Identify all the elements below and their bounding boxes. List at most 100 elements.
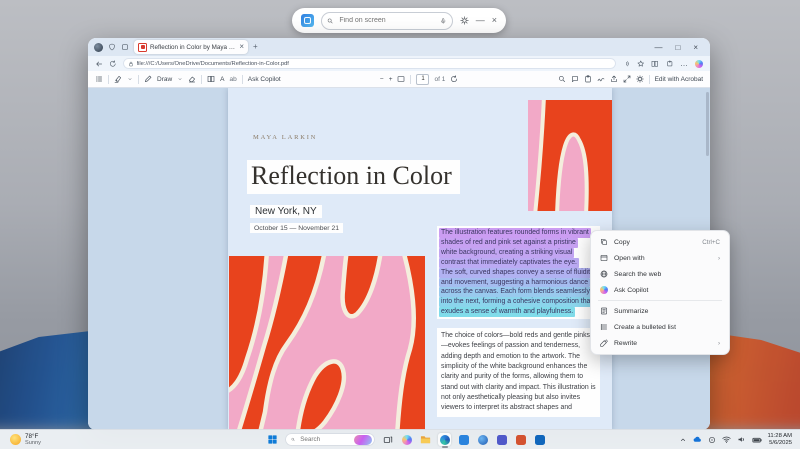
fit-to-page-icon[interactable] xyxy=(397,75,405,83)
find-on-screen-bar[interactable]: — × xyxy=(292,8,506,33)
selected-text-line[interactable]: The illustration features rounded forms … xyxy=(439,228,591,238)
selected-text-line[interactable]: The soft, curved shapes convey a sense o… xyxy=(439,267,596,278)
ask-copilot-button[interactable]: Ask Copilot xyxy=(248,76,281,83)
tray-app-icon[interactable] xyxy=(708,436,716,444)
capture-settings-gear-icon[interactable] xyxy=(460,16,469,25)
search-icon xyxy=(327,17,333,25)
context-menu: Copy Ctrl+C Open with › Search the web A… xyxy=(590,230,730,355)
taskbar-store-button[interactable] xyxy=(457,433,470,446)
window-close-button[interactable]: × xyxy=(693,43,698,52)
read-aloud-button[interactable]: A xyxy=(220,76,224,83)
text-selection-tool[interactable]: ab xyxy=(230,76,237,83)
clipboard-icon[interactable] xyxy=(584,75,592,83)
taskbar-search-input[interactable] xyxy=(298,435,351,444)
draw-label[interactable]: Draw xyxy=(157,76,172,83)
window-minimize-button[interactable]: — xyxy=(654,43,662,52)
profile-avatar[interactable] xyxy=(94,42,103,52)
taskbar-file-explorer-button[interactable] xyxy=(419,433,432,446)
taskbar-teams-button[interactable] xyxy=(495,433,508,446)
start-button[interactable] xyxy=(266,433,279,446)
copilot-icon xyxy=(401,434,412,445)
split-screen-icon[interactable] xyxy=(651,60,659,68)
selected-text-line[interactable]: and movement, suggesting a harmonious da… xyxy=(439,277,591,288)
signature-icon[interactable] xyxy=(597,75,605,83)
save-share-icon[interactable] xyxy=(610,75,618,83)
pdf-toolbar: Draw A ab Ask Copilot − + 1 of 1 Edit wi… xyxy=(88,71,710,88)
menu-item-search-the-web[interactable]: Search the web xyxy=(594,266,726,282)
expand-icon[interactable] xyxy=(623,75,631,83)
wifi-icon[interactable] xyxy=(722,435,731,444)
selected-paragraph[interactable]: The illustration features rounded forms … xyxy=(437,226,600,320)
new-tab-button[interactable]: + xyxy=(253,43,258,51)
submenu-chevron-icon: › xyxy=(717,254,720,262)
search-document-icon[interactable] xyxy=(558,75,566,83)
page-number-input[interactable]: 1 xyxy=(416,73,430,85)
selected-text-line[interactable]: into the next, forming a cohesive compos… xyxy=(439,297,595,308)
taskbar-weather-widget[interactable]: 78°F Sunny xyxy=(0,433,41,446)
browser-tab[interactable]: Reflection in Color by Maya Larkin × xyxy=(134,40,248,54)
taskbar-copilot-button[interactable] xyxy=(400,433,413,446)
highlighter-icon[interactable] xyxy=(114,75,122,83)
tab-close-icon[interactable]: × xyxy=(239,43,244,51)
window-maximize-button[interactable]: □ xyxy=(675,43,680,52)
selected-text-line[interactable]: white background, creating a striking vi… xyxy=(439,247,575,258)
address-bar[interactable]: file:///C:/Users/OneDrive/Documents/Refl… xyxy=(122,58,616,69)
find-on-screen-field[interactable] xyxy=(321,11,453,30)
back-icon[interactable] xyxy=(95,60,103,68)
taskbar-outlook-button[interactable] xyxy=(533,433,546,446)
selected-text-line[interactable]: contrast that immediately captivates the… xyxy=(439,257,579,268)
rewrite-icon xyxy=(600,339,608,347)
edit-with-acrobat-button[interactable]: Edit with Acrobat xyxy=(655,76,703,83)
menu-item-open-with[interactable]: Open with › xyxy=(594,250,726,266)
refresh-icon[interactable] xyxy=(109,60,117,68)
draw-pen-icon[interactable] xyxy=(144,75,152,83)
taskbar-edge-button[interactable] xyxy=(438,433,451,446)
task-view-icon xyxy=(383,435,393,445)
onedrive-cloud-icon[interactable] xyxy=(693,435,702,444)
menu-item-summarize[interactable]: Summarize xyxy=(594,303,726,319)
taskbar-powerpoint-button[interactable] xyxy=(514,433,527,446)
menu-item-create-bulleted-list[interactable]: Create a bulleted list xyxy=(594,319,726,335)
selected-text-line[interactable]: shades of red and pink set against a pri… xyxy=(439,237,578,248)
battery-icon[interactable] xyxy=(752,435,762,445)
menu-item-copy[interactable]: Copy Ctrl+C xyxy=(594,234,726,250)
shortcut-label: Ctrl+C xyxy=(702,238,720,246)
taskbar-search-box[interactable] xyxy=(285,433,375,446)
copilot-icon[interactable] xyxy=(695,59,703,68)
table-of-contents-icon[interactable] xyxy=(95,75,103,83)
page-view-icon[interactable] xyxy=(207,75,215,83)
tray-chevron-up-icon[interactable] xyxy=(679,436,687,444)
extensions-icon[interactable] xyxy=(666,60,674,68)
pdf-page: MAYA LARKIN Reflection in Color New York… xyxy=(228,88,612,430)
mic-icon[interactable] xyxy=(440,17,446,25)
viewer-scrollbar[interactable] xyxy=(706,92,709,156)
selected-text-line[interactable]: exudes a sense of warmth and playfulness… xyxy=(439,307,576,318)
capture-close-button[interactable]: × xyxy=(492,16,497,25)
zoom-in-button[interactable]: + xyxy=(389,76,393,83)
task-view-button[interactable] xyxy=(381,433,394,446)
browser-menu-icon[interactable]: … xyxy=(680,60,688,68)
browser-essentials-icon[interactable] xyxy=(108,43,116,51)
read-aloud-icon[interactable] xyxy=(622,60,630,68)
favorites-star-icon[interactable] xyxy=(637,60,645,68)
url-text: file:///C:/Users/OneDrive/Documents/Refl… xyxy=(136,60,289,67)
sun-icon xyxy=(10,434,21,445)
pdf-settings-gear-icon[interactable] xyxy=(636,75,644,83)
tab-actions-icon[interactable] xyxy=(121,43,129,51)
rotate-icon[interactable] xyxy=(450,75,458,83)
outlook-icon xyxy=(534,434,545,445)
find-on-screen-input[interactable] xyxy=(337,16,437,25)
taskbar-m365-button[interactable] xyxy=(476,433,489,446)
menu-item-ask-copilot[interactable]: Ask Copilot xyxy=(594,282,726,298)
powerpoint-icon xyxy=(515,434,526,445)
comments-icon[interactable] xyxy=(571,75,579,83)
capture-minimize-button[interactable]: — xyxy=(476,16,485,25)
volume-icon[interactable] xyxy=(737,435,746,444)
taskbar-clock[interactable]: 11:28 AM 5/6/2025 xyxy=(768,433,792,447)
selected-text-line[interactable]: across the canvas. Each form blends seam… xyxy=(439,287,592,298)
eraser-icon[interactable] xyxy=(188,75,196,83)
chevron-down-icon[interactable] xyxy=(127,76,133,82)
menu-item-rewrite[interactable]: Rewrite › xyxy=(594,335,726,351)
zoom-out-button[interactable]: − xyxy=(380,76,384,83)
chevron-down-icon[interactable] xyxy=(177,76,183,82)
